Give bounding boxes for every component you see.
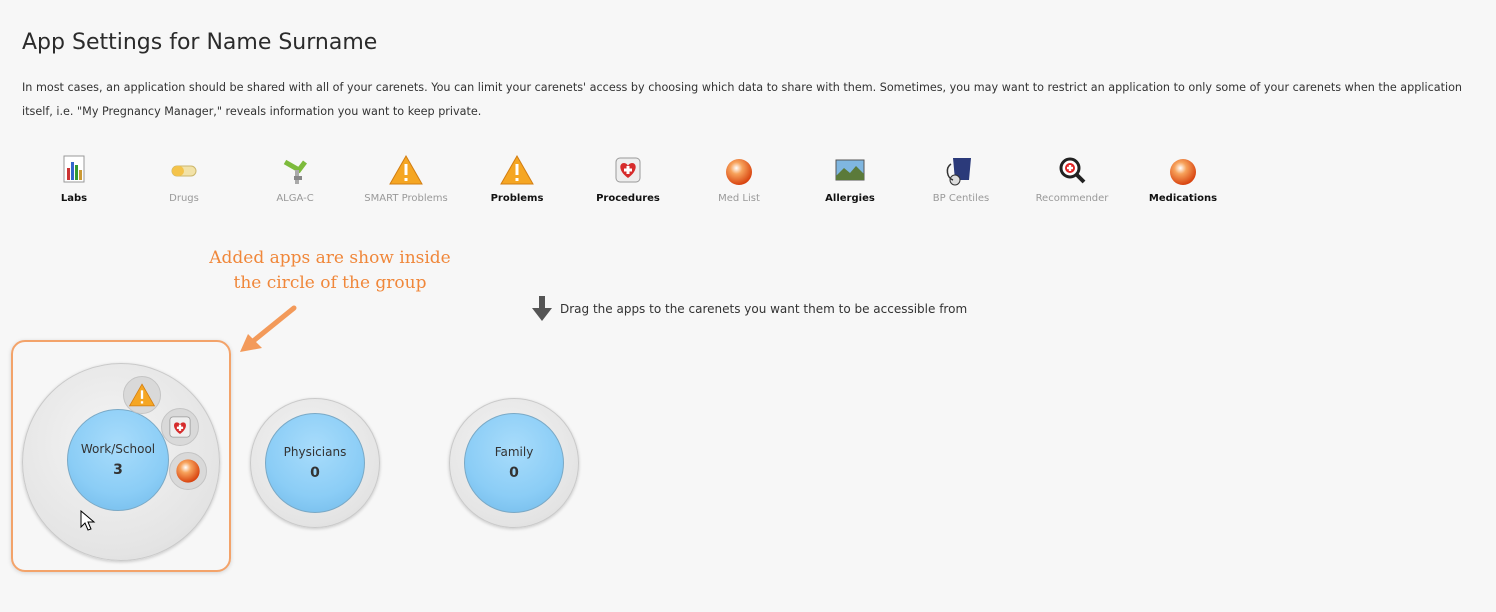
carenet-group-core[interactable]: Work/School 3 [67, 409, 169, 511]
available-apps-row: Labs Drugs ALGA-C SMART Problems Problem [24, 150, 1264, 220]
heart-plus-icon [610, 150, 646, 190]
drag-hint: Drag the apps to the carenets you want t… [532, 296, 967, 322]
orange-sphere-icon [721, 150, 757, 190]
page-description: In most cases, an application should be … [22, 81, 1463, 118]
group-app-badge-problems[interactable] [123, 376, 161, 414]
carenet-group-core[interactable]: Physicians 0 [265, 413, 365, 513]
app-label: Medications [1148, 193, 1218, 204]
app-label: Med List [718, 193, 760, 204]
app-med-list[interactable]: Med List [689, 150, 789, 204]
annotation-line: the circle of the group [233, 273, 427, 293]
warning-icon [128, 383, 156, 407]
alga-c-icon [277, 150, 313, 190]
app-label: Recommender [1035, 193, 1109, 204]
carenet-group-name: Family [494, 445, 534, 459]
app-alga-c[interactable]: ALGA-C [245, 150, 345, 204]
annotation-arrow-icon [240, 305, 297, 352]
carenet-group-count: 0 [509, 465, 519, 481]
magnifier-icon [1054, 150, 1090, 190]
bar-chart-icon [56, 150, 92, 190]
app-allergies[interactable]: Allergies [800, 150, 900, 204]
app-medications[interactable]: Medications [1133, 150, 1233, 204]
app-label: Labs [60, 193, 88, 204]
carenet-group-name: Work/School [80, 442, 156, 456]
carenet-group-family[interactable]: Family 0 [449, 398, 579, 528]
app-labs[interactable]: Labs [24, 150, 124, 204]
page-title: App Settings for Name Surname [22, 30, 378, 55]
group-app-badge-medications[interactable] [169, 452, 207, 490]
app-label: Drugs [169, 193, 199, 204]
app-recommender[interactable]: Recommender [1022, 150, 1122, 204]
landscape-photo-icon [832, 150, 868, 190]
drag-hint-text: Drag the apps to the carenets you want t… [560, 302, 968, 316]
carenet-group-work-school[interactable]: Work/School 3 [22, 363, 220, 561]
app-label: BP Centiles [932, 193, 990, 204]
heart-plus-icon [169, 416, 191, 438]
carenet-group-physicians[interactable]: Physicians 0 [250, 398, 380, 528]
carenet-group-count: 0 [310, 465, 320, 481]
app-procedures[interactable]: Procedures [578, 150, 678, 204]
mouse-cursor-icon [80, 510, 96, 531]
app-label: ALGA-C [276, 193, 314, 204]
app-label: Problems [490, 193, 544, 204]
app-drugs[interactable]: Drugs [134, 150, 234, 204]
carenet-group-count: 3 [113, 462, 123, 478]
app-settings-page: App Settings for Name Surname In most ca… [0, 0, 1496, 612]
down-arrow-icon [532, 296, 552, 321]
carenet-group-name: Physicians [283, 445, 347, 459]
annotation-callout: Added apps are show inside the circle of… [180, 246, 480, 296]
blood-pressure-cuff-icon [943, 150, 979, 190]
carenet-group-core[interactable]: Family 0 [464, 413, 564, 513]
app-problems[interactable]: Problems [467, 150, 567, 204]
orange-sphere-icon [1165, 150, 1201, 190]
app-label: Allergies [825, 193, 875, 204]
group-app-badge-procedures[interactable] [161, 408, 199, 446]
warning-icon [388, 150, 424, 190]
app-label: SMART Problems [364, 193, 448, 204]
pill-icon [166, 150, 202, 190]
orange-sphere-icon [176, 459, 200, 483]
annotation-line: Added apps are show inside [209, 248, 451, 268]
app-smart-problems[interactable]: SMART Problems [356, 150, 456, 204]
app-label: Procedures [596, 193, 660, 204]
warning-icon [499, 150, 535, 190]
app-bp-centiles[interactable]: BP Centiles [911, 150, 1011, 204]
